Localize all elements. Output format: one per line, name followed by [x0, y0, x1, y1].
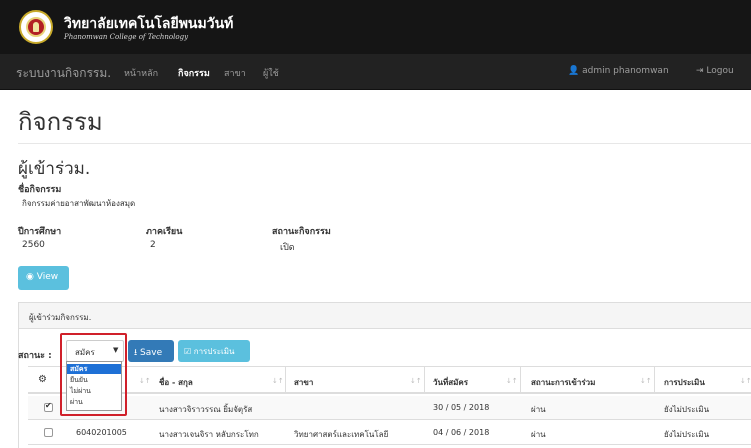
- view-button-label: View: [36, 272, 59, 282]
- upload-icon: ⭳: [134, 348, 138, 358]
- cell-date: 30 / 05 / 2018: [433, 403, 490, 412]
- activity-status-value: เปิด: [280, 243, 295, 253]
- row-checkbox[interactable]: [44, 401, 53, 412]
- brand-name-thai: วิทยาลัยเทคโนโลยีพนมวันท์: [64, 16, 234, 32]
- cell-student-id: 6040201005: [76, 428, 127, 437]
- cell-branch: วิทยาศาสตร์และเทคโนโลยี: [294, 430, 389, 439]
- logout-label: Logou: [706, 66, 734, 76]
- user-icon: 👤: [568, 66, 580, 76]
- year-label: ปีการศึกษา: [18, 227, 62, 237]
- cell-status: ผ่าน: [531, 405, 546, 414]
- column-header-evaluation[interactable]: การประเมิน: [664, 376, 705, 389]
- sort-icon[interactable]: ↓↑: [640, 377, 652, 385]
- sort-icon[interactable]: ↓↑: [272, 377, 284, 385]
- column-header-date[interactable]: วันที่สมัคร: [433, 376, 468, 389]
- sort-icon[interactable]: ↓↑: [410, 377, 422, 385]
- nav-item-branch[interactable]: สาขา: [224, 66, 246, 80]
- year-value: 2560: [22, 240, 45, 250]
- activity-name-value: กิจกรรมค่ายอาสาพัฒนาห้องสมุด: [22, 199, 136, 208]
- sort-icon[interactable]: ↓↑: [740, 377, 751, 385]
- divider: [18, 143, 751, 144]
- save-button[interactable]: ⭳ Save: [128, 340, 174, 362]
- cell-status: ผ่าน: [531, 430, 546, 439]
- nav-item-activities[interactable]: กิจกรรม: [178, 66, 210, 80]
- save-button-label: Save: [140, 348, 163, 358]
- nav-item-users[interactable]: ผู้ใช้: [263, 66, 279, 80]
- column-header-name[interactable]: ชื่อ - สกุล: [159, 376, 193, 389]
- navbar: ระบบงานกิจกรรม. หน้าหลัก กิจกรรม สาขา ผู…: [0, 54, 751, 90]
- term-value: 2: [150, 240, 156, 250]
- cell-evaluation: ยังไม่ประเมิน: [664, 430, 710, 439]
- table-header: ⚙ ↓↑ ชื่อ - สกุล ↓↑ สาขา ↓↑ วันที่สมัคร …: [28, 366, 751, 394]
- brand-name-english: Phanomwan College of Technology: [64, 33, 189, 41]
- activity-status-label: สถานะกิจกรรม: [272, 227, 331, 237]
- cell-date: 04 / 06 / 2018: [433, 428, 490, 437]
- user-name: admin phanomwan: [582, 66, 669, 76]
- row-checkbox[interactable]: [44, 428, 53, 437]
- sort-icon[interactable]: ↓↑: [506, 377, 518, 385]
- panel-heading: ผู้เข้าร่วมกิจกรรม.: [19, 303, 751, 329]
- panel-heading-label: ผู้เข้าร่วมกิจกรรม.: [29, 313, 92, 322]
- sort-icon[interactable]: ↓↑: [139, 377, 151, 385]
- navbar-brand[interactable]: ระบบงานกิจกรรม.: [16, 64, 111, 83]
- activity-name-label: ชื่อกิจกรรม: [18, 185, 62, 195]
- cell-evaluation: ยังไม่ประเมิน: [664, 405, 710, 414]
- page-title: กิจกรรม: [18, 108, 103, 136]
- evaluate-button-label: การประเมิน: [193, 347, 235, 356]
- logout-link[interactable]: ⇥ Logou: [696, 66, 734, 76]
- cell-name: นางสาวเจนจิรา หลับกระโทก: [159, 430, 259, 439]
- top-header: วิทยาลัยเทคโนโลยีพนมวันท์ Phanomwan Coll…: [0, 0, 751, 54]
- nav-item-home[interactable]: หน้าหลัก: [124, 66, 158, 80]
- eye-icon: ◉: [26, 272, 34, 282]
- college-logo: [19, 10, 53, 44]
- highlight-box: [60, 333, 127, 416]
- column-header-participation-status[interactable]: สถานะการเข้าร่วม: [531, 376, 595, 389]
- check-square-icon: ☑: [184, 347, 192, 356]
- table-row: 6040201005 นางสาวเจนจิรา หลับกระโทก วิทย…: [28, 421, 751, 445]
- gear-icon[interactable]: ⚙: [38, 374, 47, 385]
- status-filter-label: สถานะ :: [18, 351, 52, 361]
- view-button[interactable]: ◉ View: [18, 266, 69, 290]
- term-label: ภาคเรียน: [146, 227, 183, 237]
- section-title: ผู้เข้าร่วม.: [18, 159, 91, 179]
- evaluate-button[interactable]: ☑ การประเมิน: [178, 340, 250, 362]
- column-header-branch[interactable]: สาขา: [294, 376, 313, 389]
- table-row: นางสาวจิราวรรณ ยิ้มจัตุรัส 30 / 05 / 201…: [28, 396, 751, 420]
- logout-icon: ⇥: [696, 66, 704, 76]
- cell-name: นางสาวจิราวรรณ ยิ้มจัตุรัส: [159, 405, 253, 414]
- user-menu[interactable]: 👤 admin phanomwan: [568, 66, 669, 76]
